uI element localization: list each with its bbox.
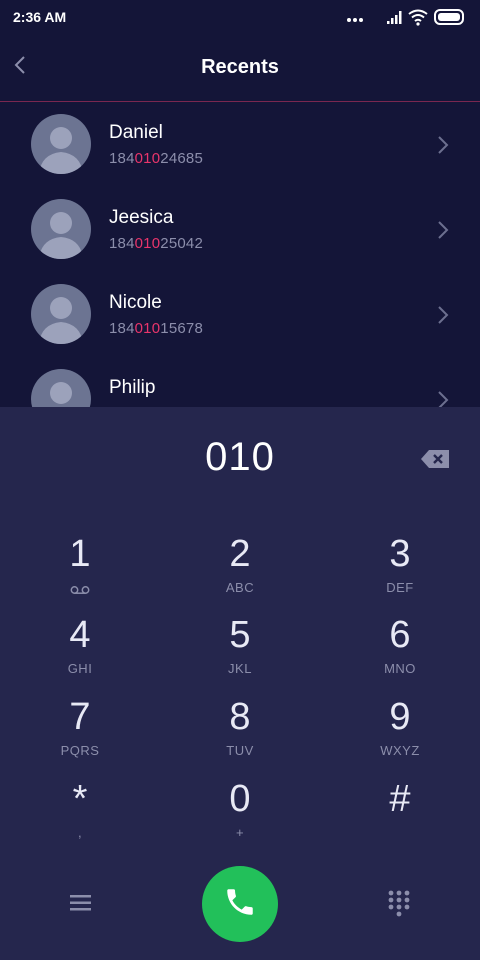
key-digit: * — [72, 778, 88, 820]
person-icon — [50, 382, 72, 408]
key-letters: TUV — [226, 743, 254, 758]
chevron-right-icon — [436, 219, 450, 241]
avatar — [31, 114, 91, 174]
delete-button[interactable] — [420, 447, 452, 471]
contact-name: Daniel — [109, 122, 163, 143]
key-letters: DEF — [386, 580, 414, 595]
key-star[interactable]: * , — [20, 777, 140, 855]
key-letters: ABC — [225, 580, 255, 595]
key-letters: + — [235, 825, 245, 840]
key-5[interactable]: 5 JKL — [180, 613, 300, 691]
key-digit: 4 — [69, 614, 91, 656]
list-item-contact[interactable]: Philip — [0, 357, 480, 408]
keypad-toggle-button[interactable] — [386, 888, 412, 918]
cell-signal-icon — [386, 8, 404, 26]
status-time: 2:36 AM — [13, 9, 67, 25]
key-9[interactable]: 9 WXYZ — [340, 695, 460, 773]
contact-name: Jeesica — [109, 207, 174, 228]
key-3[interactable]: 3 DEF — [340, 532, 460, 610]
contact-name: Nicole — [109, 292, 162, 313]
list-item-contact[interactable]: Jeesica 18401025042 — [0, 187, 480, 272]
key-2[interactable]: 2 ABC — [180, 532, 300, 610]
key-letters: JKL — [228, 661, 252, 676]
notification-dots-icon — [346, 8, 364, 26]
dialpad-icon — [386, 890, 412, 922]
chevron-right-icon — [436, 389, 450, 408]
key-1[interactable]: 1 — [20, 532, 140, 610]
menu-button[interactable] — [66, 890, 96, 916]
key-letters: GHI — [67, 661, 93, 676]
voicemail-icon — [70, 582, 90, 594]
key-letters: MNO — [384, 661, 416, 676]
key-digit: # — [389, 778, 411, 820]
person-icon — [39, 212, 83, 259]
key-digit: 8 — [229, 696, 251, 738]
key-digit: 1 — [69, 533, 91, 575]
wifi-icon — [408, 8, 428, 26]
dialed-number: 010 — [205, 435, 275, 479]
avatar — [31, 284, 91, 344]
key-letters: WXYZ — [380, 743, 420, 758]
recents-list: Daniel 18401024685 Jeesica 18401025042 N… — [0, 102, 480, 408]
person-icon — [39, 127, 83, 174]
list-item-contact[interactable]: Daniel 18401024685 — [0, 102, 480, 187]
key-0[interactable]: 0 + — [180, 777, 300, 855]
contact-number: 18401024685 — [109, 150, 203, 167]
chevron-right-icon — [436, 304, 450, 326]
dialpad: 010 1 2 ABC 3 DEF 4 GHI 5 JKL 6 MNO 7 PQ… — [0, 407, 480, 960]
status-bar: 2:36 AM — [0, 0, 480, 34]
key-letters: PQRS — [60, 743, 100, 758]
key-digit: 6 — [389, 614, 411, 656]
contact-number: 18401025042 — [109, 235, 203, 252]
contact-number: 18401015678 — [109, 320, 203, 337]
avatar — [31, 199, 91, 259]
key-digit: 3 — [389, 533, 411, 575]
key-hash[interactable]: # — [340, 777, 460, 855]
chevron-right-icon — [436, 134, 450, 156]
key-7[interactable]: 7 PQRS — [20, 695, 140, 773]
key-6[interactable]: 6 MNO — [340, 613, 460, 691]
menu-icon — [66, 895, 96, 920]
key-digit: 2 — [229, 533, 251, 575]
key-8[interactable]: 8 TUV — [180, 695, 300, 773]
contact-name: Philip — [109, 377, 156, 398]
key-digit: 7 — [69, 696, 91, 738]
key-digit: 9 — [389, 696, 411, 738]
call-button[interactable] — [202, 866, 278, 942]
key-letters: , — [77, 825, 83, 840]
header: Recents — [0, 34, 480, 102]
phone-icon — [223, 885, 257, 924]
key-4[interactable]: 4 GHI — [20, 613, 140, 691]
person-icon — [39, 297, 83, 344]
key-digit: 0 — [229, 778, 251, 820]
page-title: Recents — [201, 56, 279, 78]
list-item-contact[interactable]: Nicole 18401015678 — [0, 272, 480, 357]
battery-icon — [434, 8, 466, 26]
backspace-icon — [420, 450, 452, 475]
key-digit: 5 — [229, 614, 251, 656]
avatar — [31, 369, 91, 408]
